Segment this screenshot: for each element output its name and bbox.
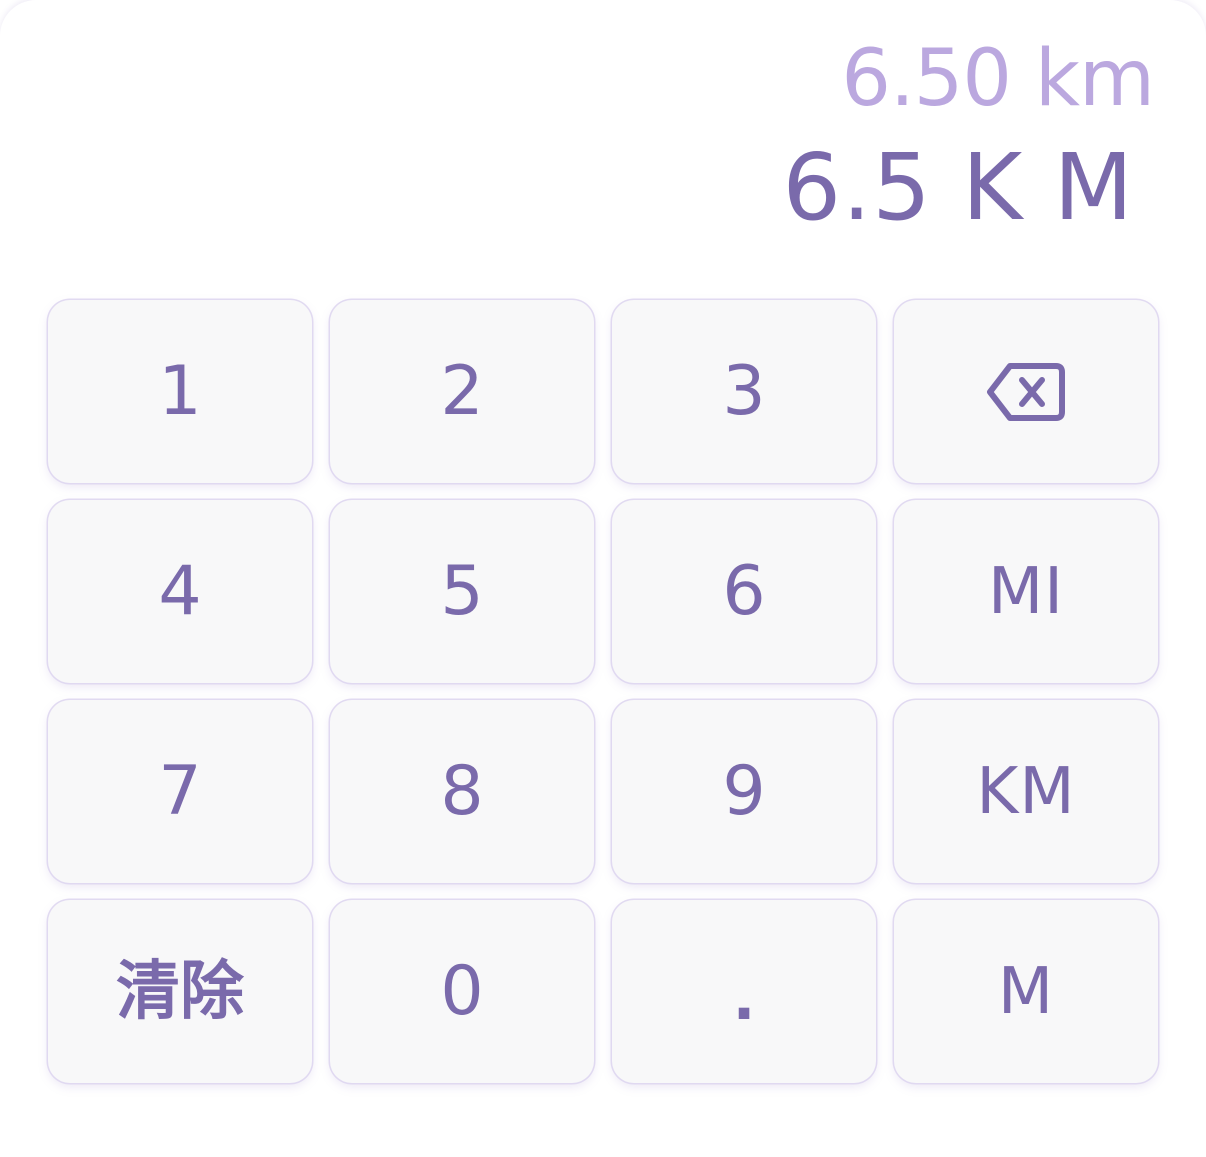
decimal-point-button[interactable]: . bbox=[612, 900, 876, 1083]
key-8-label: 8 bbox=[440, 751, 484, 831]
key-9[interactable]: 9 bbox=[612, 700, 876, 883]
clear-button[interactable]: 清除 bbox=[48, 900, 312, 1083]
unit-mi-label: MI bbox=[987, 554, 1065, 629]
unit-m-label: M bbox=[997, 954, 1055, 1029]
unit-km-button[interactable]: KM bbox=[894, 700, 1158, 883]
key-7[interactable]: 7 bbox=[48, 700, 312, 883]
decimal-point-label: . bbox=[732, 963, 756, 1034]
key-4-label: 4 bbox=[158, 551, 202, 631]
backspace-button[interactable] bbox=[894, 300, 1158, 483]
unit-m-button[interactable]: M bbox=[894, 900, 1158, 1083]
key-5[interactable]: 5 bbox=[330, 500, 594, 683]
key-9-label: 9 bbox=[722, 751, 766, 831]
unit-km-label: KM bbox=[976, 754, 1076, 829]
key-1-label: 1 bbox=[158, 351, 202, 431]
key-2[interactable]: 2 bbox=[330, 300, 594, 483]
key-3[interactable]: 3 bbox=[612, 300, 876, 483]
key-0-label: 0 bbox=[440, 951, 484, 1031]
converter-panel: 6.50 km 6.5 K M 1 2 3 4 5 6 MI 7 8 9 KM … bbox=[0, 0, 1206, 1157]
input-value-display: 6.5 K M bbox=[782, 134, 1134, 241]
key-4[interactable]: 4 bbox=[48, 500, 312, 683]
key-3-label: 3 bbox=[722, 351, 766, 431]
key-1[interactable]: 1 bbox=[48, 300, 312, 483]
key-8[interactable]: 8 bbox=[330, 700, 594, 883]
key-0[interactable]: 0 bbox=[330, 900, 594, 1083]
keypad: 1 2 3 4 5 6 MI 7 8 9 KM 清除 0 . M bbox=[48, 300, 1158, 1083]
key-5-label: 5 bbox=[440, 551, 484, 631]
key-2-label: 2 bbox=[440, 351, 484, 431]
key-6[interactable]: 6 bbox=[612, 500, 876, 683]
key-6-label: 6 bbox=[722, 551, 766, 631]
backspace-icon bbox=[986, 360, 1066, 424]
converted-value-display: 6.50 km bbox=[841, 34, 1155, 124]
unit-mi-button[interactable]: MI bbox=[894, 500, 1158, 683]
clear-label: 清除 bbox=[116, 954, 244, 1029]
key-7-label: 7 bbox=[158, 751, 202, 831]
